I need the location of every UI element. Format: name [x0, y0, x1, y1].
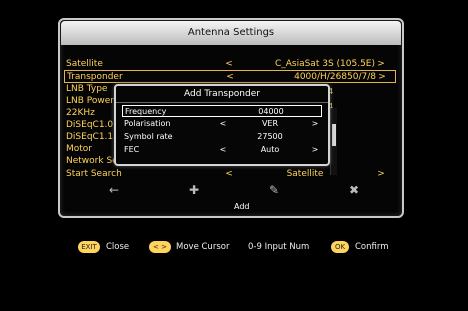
polarisation-right-arrow[interactable]: >	[310, 118, 320, 130]
fec-right-arrow[interactable]: >	[310, 144, 320, 156]
move-cursor-hint: Move Cursor	[176, 242, 230, 252]
add-label: Add	[234, 202, 250, 211]
scrollbar-thumb[interactable]	[332, 124, 336, 146]
dialog-title: Add Transponder	[116, 86, 328, 103]
transponder-row[interactable]: Transponder < 4000/H/26850/7/8 >	[64, 70, 396, 83]
panel-title: Antenna Settings	[61, 21, 401, 45]
polarisation-row[interactable]: Polarisation < VER >	[122, 118, 322, 130]
polarisation-label: Polarisation	[124, 119, 171, 128]
close-hint: Close	[106, 242, 130, 252]
frequency-value[interactable]: 04000	[233, 106, 309, 118]
polarisation-value: VER	[261, 119, 279, 128]
add-transponder-dialog: Add Transponder Frequency 04000 Polarisa…	[114, 84, 330, 166]
delete-icon[interactable]: ✖	[344, 180, 364, 200]
move-cursor-badge-icon: < >	[149, 241, 171, 253]
fec-label: FEC	[124, 145, 140, 154]
frequency-label: Frequency	[125, 107, 167, 116]
frequency-row[interactable]: Frequency 04000	[122, 105, 322, 117]
fec-value: Auto	[260, 145, 280, 154]
back-icon[interactable]: ←	[104, 180, 124, 200]
confirm-hint: Confirm	[355, 242, 389, 252]
symbol-rate-value[interactable]: 27500	[232, 131, 308, 143]
footer-help-bar: EXIT Close < > Move Cursor 0-9 Input Num…	[0, 238, 468, 256]
edit-icon[interactable]: ✎	[264, 180, 284, 200]
fec-row[interactable]: FEC < Auto >	[122, 144, 322, 156]
bottom-black-area	[0, 256, 468, 311]
symbol-rate-row[interactable]: Symbol rate 27500	[122, 131, 322, 143]
polarisation-left-arrow[interactable]: <	[218, 118, 228, 130]
list-scrollbar[interactable]	[330, 108, 337, 175]
input-num-hint: 0-9 Input Num	[248, 242, 310, 252]
fec-left-arrow[interactable]: <	[218, 144, 228, 156]
function-icons: ← ✚ Add ✎ ✖	[56, 180, 400, 216]
symbol-rate-label: Symbol rate	[124, 132, 173, 141]
tv-screen: Antenna Settings Satellite < C_AsiaSat 3…	[0, 0, 468, 311]
ok-badge-icon: OK	[331, 241, 349, 253]
add-icon[interactable]: ✚	[184, 180, 204, 200]
exit-badge-icon: EXIT	[78, 241, 100, 253]
